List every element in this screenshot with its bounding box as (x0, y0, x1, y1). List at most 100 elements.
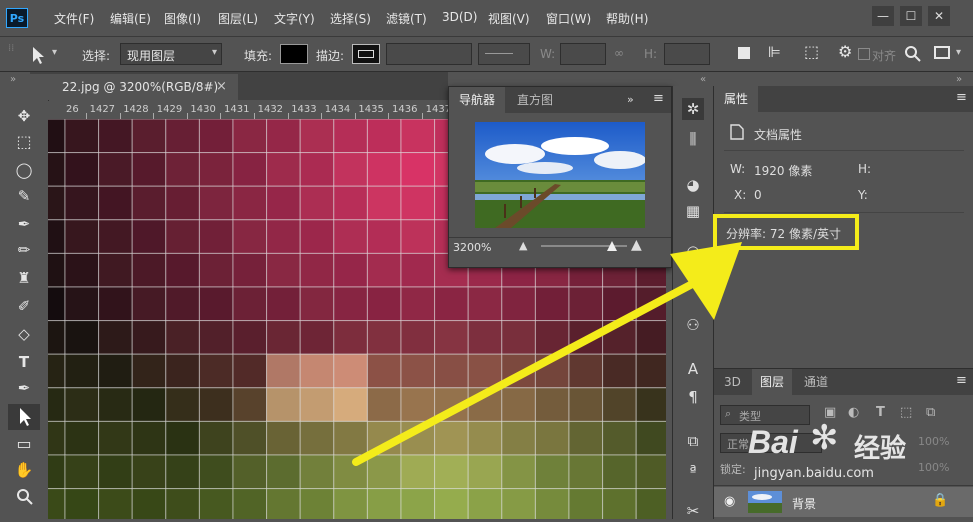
stroke-width-field[interactable] (386, 43, 472, 65)
menu-view[interactable]: 视图(V) (488, 10, 530, 27)
workspace-icon[interactable] (934, 46, 950, 59)
type-icon[interactable]: T (10, 350, 38, 374)
height-field[interactable] (664, 43, 710, 65)
lasso-icon[interactable]: ◯ (10, 158, 38, 182)
navigator-dock-icon[interactable]: ✲ (682, 98, 704, 120)
canvas-pixel (48, 353, 66, 389)
menu-image[interactable]: 图像(I) (164, 10, 201, 27)
stroke-swatch[interactable] (352, 44, 380, 64)
close-window-button[interactable]: ✕ (928, 6, 950, 26)
canvas-pixel (48, 252, 66, 288)
fill-swatch[interactable] (280, 44, 308, 64)
stroke-label: 描边: (316, 49, 345, 63)
pen-icon[interactable]: ✒ (10, 376, 38, 400)
expand-icon[interactable]: » (956, 74, 962, 85)
path-alignment-icon[interactable]: ⊫ (768, 43, 781, 61)
layer-thumbnail (748, 491, 782, 513)
horizontal-ruler[interactable]: 26 1427 1428 1429 1430 1431 1432 1433 1434 1435 14… (64, 101, 448, 120)
chevron-down-icon[interactable]: ▾ (52, 47, 57, 58)
tab-navigator[interactable]: 导航器 (449, 87, 506, 113)
hand-icon[interactable]: ✋ (10, 458, 38, 482)
canvas-pixel (64, 252, 100, 288)
menu-select[interactable]: 选择(S) (330, 10, 371, 27)
minimize-button[interactable]: — (872, 6, 894, 26)
collapse-icon[interactable]: « (700, 74, 706, 85)
panel-menu-icon[interactable]: ≡ (653, 91, 664, 106)
menu-window[interactable]: 窗口(W) (546, 10, 591, 27)
canvas-pixel (198, 387, 234, 422)
select-dropdown[interactable]: 现用图层 ▾ (120, 43, 222, 65)
panel-menu-icon[interactable]: ≡ (956, 373, 967, 388)
path-operations-icon[interactable] (738, 47, 750, 59)
canvas-pixel (48, 152, 66, 187)
width-value[interactable]: 1920 像素 (754, 162, 812, 179)
maximize-button[interactable]: ☐ (900, 6, 922, 26)
canvas-pixel (299, 488, 335, 519)
canvas-pixel (98, 152, 133, 187)
zoom-icon[interactable] (16, 488, 34, 506)
menu-file[interactable]: 文件(F) (54, 10, 94, 27)
move-tool-icon[interactable] (28, 45, 50, 65)
canvas-pixel (266, 286, 301, 322)
menu-bar: Ps 文件(F) 编辑(E) 图像(I) 图层(L) 文字(Y) 选择(S) 滤… (0, 0, 973, 37)
history-brush-icon[interactable]: ✐ (10, 294, 38, 318)
menu-edit[interactable]: 编辑(E) (110, 10, 151, 27)
path-select-tool-active[interactable] (8, 404, 40, 430)
layer-name[interactable]: 背景 (792, 495, 816, 512)
brush-icon[interactable]: ✏ (10, 238, 38, 262)
close-icon[interactable]: × (216, 79, 227, 94)
canvas-pixel (232, 152, 268, 187)
menu-3d[interactable]: 3D(D) (442, 10, 477, 24)
canvas-pixel (400, 185, 436, 221)
tab-properties[interactable]: 属性 (714, 86, 759, 112)
ruler-origin[interactable] (48, 101, 65, 120)
navigator-thumbnail[interactable] (475, 122, 645, 228)
eyedropper-icon[interactable]: ✒ (10, 212, 38, 236)
canvas-pixel (98, 320, 133, 355)
canvas-pixel (131, 185, 167, 221)
collapse-icon[interactable]: » (10, 74, 16, 85)
menu-help[interactable]: 帮助(H) (606, 10, 648, 27)
settings-gear-icon[interactable]: ⚙ (838, 42, 852, 61)
stamp-icon[interactable]: ♜ (10, 266, 38, 290)
tab-histogram[interactable]: 直方图 (507, 87, 563, 113)
canvas-pixel (366, 119, 402, 154)
canvas-pixel (400, 488, 436, 519)
panel-menu-icon[interactable]: ≡ (956, 90, 967, 105)
swatches-dock-icon[interactable]: ▦ (682, 200, 704, 222)
canvas-pixel (299, 252, 335, 288)
marquee-icon[interactable]: ⬚ (10, 130, 38, 154)
canvas-pixel (131, 488, 167, 519)
move-icon[interactable]: ✥ (10, 104, 38, 128)
canvas-pixel (467, 488, 503, 519)
canvas-pixel (198, 185, 234, 221)
search-icon[interactable] (904, 45, 922, 63)
tab-channels[interactable]: 通道 (796, 369, 836, 395)
photoshop-logo: Ps (6, 8, 28, 28)
layer-row-background[interactable]: ◉ 背景 🔒 (714, 487, 973, 517)
canvas-pixel (501, 488, 536, 519)
document-tab[interactable]: 22.jpg @ 3200%(RGB/8#) × (30, 74, 238, 100)
menu-filter[interactable]: 滤镜(T) (386, 10, 427, 27)
path-arrangement-icon[interactable]: ⬚ (804, 42, 819, 61)
color-dock-icon[interactable]: ◕ (682, 174, 704, 196)
align-edges-checkbox[interactable] (858, 48, 870, 60)
histogram-dock-icon[interactable]: ⫼ (682, 128, 704, 150)
canvas-pixel (266, 488, 301, 519)
ruler-tick-label: 1431 (224, 104, 250, 115)
x-value[interactable]: 0 (754, 188, 762, 202)
rectangle-icon[interactable]: ▭ (10, 432, 38, 456)
menu-type[interactable]: 文字(Y) (274, 10, 315, 27)
width-field[interactable] (560, 43, 606, 65)
eraser-icon[interactable]: ◇ (10, 322, 38, 346)
menu-layer[interactable]: 图层(L) (218, 10, 258, 27)
visibility-eye-icon[interactable]: ◉ (724, 494, 735, 509)
chevron-down-icon[interactable]: ▾ (956, 47, 961, 58)
collapse-icon[interactable]: » (627, 93, 634, 106)
stroke-type-dropdown[interactable] (478, 43, 530, 65)
canvas-pixel (266, 420, 301, 456)
canvas-pixel (48, 387, 66, 422)
link-icon[interactable]: ∞ (614, 46, 624, 60)
quick-select-icon[interactable]: ✎ (10, 184, 38, 208)
chevron-down-icon: ▾ (211, 47, 217, 58)
